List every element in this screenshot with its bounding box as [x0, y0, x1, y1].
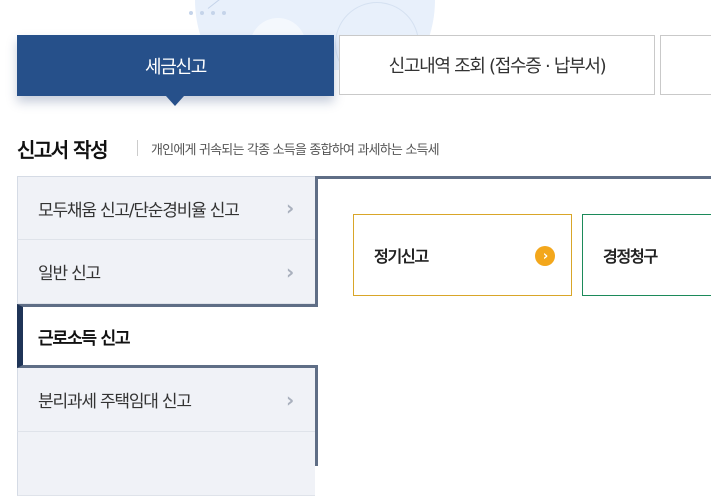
section-title: 신고서 작성 [17, 138, 108, 162]
top-tabs: 세금신고 신고내역 조회 (접수증 · 납부서) [17, 35, 711, 106]
side-nav-item-rental-income-filing[interactable]: 분리과세 주택임대 신고 › [17, 368, 315, 432]
tab-filing-history[interactable]: 신고내역 조회 (접수증 · 납부서) [339, 35, 655, 95]
card-label: 정기신고 [374, 247, 429, 266]
side-nav-item-general-filing[interactable]: 일반 신고 › [17, 240, 315, 304]
side-nav-item-label: 근로소득 신고 [38, 328, 131, 349]
section-description: 개인에게 귀속되는 각종 소득을 종합하여 과세하는 소득세 [151, 143, 440, 158]
side-nav-item-earned-income-filing[interactable]: 근로소득 신고 [17, 304, 318, 368]
chevron-right-icon: › [285, 387, 294, 412]
side-nav-item-label: 모두채움 신고/단순경비율 신고 [38, 200, 240, 221]
header-title-fragment [550, 0, 700, 4]
chevron-right-circle-icon: › [535, 246, 555, 266]
chevron-right-icon: › [285, 196, 294, 220]
side-nav: 모두채움 신고/단순경비율 신고 › 일반 신고 › 근로소득 신고 분리과세 … [17, 176, 318, 496]
chevron-right-icon: › [285, 259, 294, 284]
correction-claim-card[interactable]: 경정청구 [582, 214, 711, 296]
side-nav-item-more[interactable] [17, 432, 315, 496]
section-divider [137, 140, 138, 156]
side-nav-item-prefilled-filing[interactable]: 모두채움 신고/단순경비율 신고 › [17, 176, 315, 240]
regular-filing-card[interactable]: 정기신고 › [353, 214, 572, 296]
tab-tax-filing[interactable]: 세금신고 [17, 35, 334, 106]
card-label: 경정청구 [603, 247, 658, 266]
tab-more[interactable] [660, 35, 711, 95]
side-nav-item-label: 일반 신고 [38, 264, 101, 284]
side-nav-item-label: 분리과세 주택임대 신고 [38, 392, 192, 412]
